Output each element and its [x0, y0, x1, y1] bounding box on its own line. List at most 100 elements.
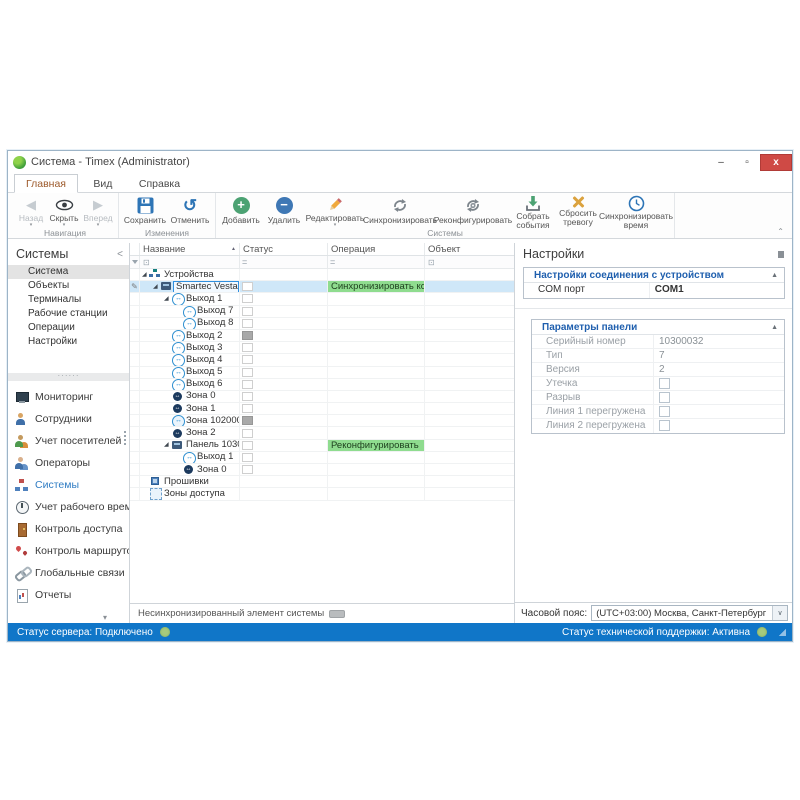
column-header-name[interactable]: Название ▲ — [140, 243, 240, 255]
object-cell — [425, 427, 514, 438]
sidebar-module-label: Учет посетителей — [35, 435, 121, 447]
sidebar-module[interactable]: Мониторинг — [8, 386, 129, 408]
sync-button[interactable]: Синхронизировать — [365, 194, 435, 227]
sidebar-module[interactable]: Контроль доступа — [8, 518, 129, 540]
undo-button[interactable]: ↺ Отменить — [168, 194, 212, 227]
table-row[interactable]: ✎ Smartec Vesta Синхронизировать конфиг.… — [130, 281, 514, 293]
hide-button[interactable]: Скрыть▾ — [47, 194, 81, 227]
property-value[interactable] — [653, 377, 784, 390]
property-row: Линия 1 перегружена — [532, 405, 784, 419]
checkbox[interactable] — [659, 378, 670, 389]
collapse-section-icon[interactable]: ▲ — [771, 324, 778, 331]
back-button[interactable]: ◀ Назад▾ — [15, 194, 47, 227]
table-row[interactable]: ✎ Выход 5 — [130, 367, 514, 379]
table-row[interactable]: ✎ Выход 4 — [130, 354, 514, 366]
table-row[interactable]: ✎ Зона 10200020 — [130, 415, 514, 427]
expander-icon[interactable] — [164, 440, 171, 451]
property-value[interactable]: COM1 — [649, 283, 784, 298]
filter-funnel-icon[interactable] — [132, 260, 138, 264]
collapse-section-icon[interactable]: ▲ — [771, 272, 778, 279]
ribbon-tab[interactable]: Вид — [82, 175, 123, 192]
sidebar-module[interactable]: Учет посетителей — [8, 430, 129, 452]
resize-grip-icon[interactable] — [778, 628, 786, 636]
filter-edit-icon[interactable]: ⊡ — [143, 258, 150, 267]
sidebar-list-item[interactable]: Объекты — [8, 279, 129, 293]
property-value[interactable]: 10300032 — [653, 335, 784, 348]
sidebar-list-item[interactable]: Рабочие станции — [8, 307, 129, 321]
visitors-icon — [15, 435, 29, 448]
sidebar-module[interactable]: Отчеты — [8, 584, 129, 606]
table-row[interactable]: ✎ Выход 1 — [130, 293, 514, 305]
equals-filter-icon[interactable]: = — [330, 257, 335, 267]
table-row[interactable]: ✎ Устройства — [130, 269, 514, 281]
operation-cell — [328, 318, 424, 329]
property-value[interactable] — [653, 391, 784, 404]
table-row[interactable]: ✎ Зона 0 — [130, 464, 514, 476]
table-row[interactable]: ✎ Панель 103000... Реконфигурировать — [130, 440, 514, 452]
filter-edit-icon[interactable]: ⊡ — [428, 258, 435, 267]
sidebar-list-item[interactable]: Операции — [8, 321, 129, 335]
sidebar-overflow-chevron-icon[interactable]: ▾ — [103, 613, 107, 622]
dropdown-chevron-icon[interactable]: ∨ — [772, 606, 787, 620]
object-cell — [425, 367, 514, 378]
sidebar-splitter[interactable]: ······ — [8, 373, 129, 381]
minimize-button[interactable]: – — [708, 154, 734, 171]
ribbon-tab[interactable]: Главная — [14, 174, 78, 193]
sidebar-list-item[interactable]: Система — [8, 265, 129, 279]
table-row[interactable]: ✎ Зона 1 — [130, 403, 514, 415]
ribbon-collapse-icon[interactable]: ⌃ — [777, 227, 784, 236]
sidebar-collapse-icon[interactable]: < — [117, 249, 123, 260]
reset-alarm-button[interactable]: Сбросить тревогу — [555, 194, 601, 227]
equals-filter-icon[interactable]: = — [242, 257, 247, 267]
expander-icon[interactable] — [142, 269, 149, 280]
expander-icon[interactable] — [164, 293, 171, 304]
sidebar-module[interactable]: Системы — [8, 474, 129, 496]
maximize-button[interactable]: ▫ — [734, 154, 760, 171]
checkbox[interactable] — [659, 420, 670, 431]
timezone-label: Часовой пояс: — [521, 608, 587, 619]
collect-events-button[interactable]: Собрать события — [511, 194, 555, 227]
property-value[interactable] — [653, 405, 784, 418]
ribbon-tab[interactable]: Справка — [128, 175, 191, 192]
checkbox[interactable] — [659, 406, 670, 417]
table-row[interactable]: ✎ Выход 2 — [130, 330, 514, 342]
splitter-grip-icon[interactable] — [124, 431, 126, 433]
save-button[interactable]: Сохранить — [122, 194, 168, 227]
property-value[interactable]: 7 — [653, 349, 784, 362]
edit-button[interactable]: Редактировать▾ — [305, 194, 365, 227]
server-status-dot-icon — [160, 627, 170, 637]
sync-time-button[interactable]: Синхронизировать время — [601, 194, 671, 227]
timezone-dropdown[interactable]: (UTC+03:00) Москва, Санкт-Петербург ∨ — [591, 605, 788, 621]
tree-node-label: Smartec Vesta — [173, 281, 239, 292]
table-row[interactable]: ✎ Прошивки — [130, 476, 514, 488]
table-row[interactable]: ✎ Выход 3 — [130, 342, 514, 354]
reconfigure-button[interactable]: Реконфигурировать — [435, 194, 511, 227]
expander-icon[interactable] — [153, 281, 160, 292]
checkbox[interactable] — [659, 392, 670, 403]
sidebar-list-item[interactable]: Настройки — [8, 335, 129, 349]
property-value[interactable]: 2 — [653, 363, 784, 376]
property-value[interactable] — [653, 419, 784, 433]
close-button[interactable]: x — [760, 154, 792, 171]
column-header-status[interactable]: Статус — [240, 243, 328, 255]
sidebar-list-item[interactable]: Терминалы — [8, 293, 129, 307]
sidebar-module[interactable]: Глобальные связи — [8, 562, 129, 584]
table-row[interactable]: ✎ Выход 8 — [130, 318, 514, 330]
column-header-operation[interactable]: Операция — [328, 243, 425, 255]
forward-button[interactable]: ▶ Вперед▾ — [81, 194, 115, 227]
pin-icon[interactable] — [778, 251, 784, 258]
table-row[interactable]: ✎ Зоны доступа — [130, 488, 514, 500]
sidebar-module[interactable]: Операторы — [8, 452, 129, 474]
table-row[interactable]: ✎ Зона 2 — [130, 427, 514, 439]
table-row[interactable]: ✎ Выход 6 — [130, 379, 514, 391]
zone-icon — [182, 464, 195, 475]
table-row[interactable]: ✎ Зона 0 — [130, 391, 514, 403]
sidebar-module[interactable]: Учет рабочего времени — [8, 496, 129, 518]
delete-button[interactable]: − Удалить — [263, 194, 305, 227]
column-header-object[interactable]: Объект — [425, 243, 514, 255]
table-row[interactable]: ✎ Выход 1 — [130, 452, 514, 464]
sidebar-module[interactable]: Контроль маршрутов — [8, 540, 129, 562]
add-button[interactable]: + Добавить — [219, 194, 263, 227]
table-row[interactable]: ✎ Выход 7 — [130, 306, 514, 318]
sidebar-module[interactable]: Сотрудники — [8, 408, 129, 430]
